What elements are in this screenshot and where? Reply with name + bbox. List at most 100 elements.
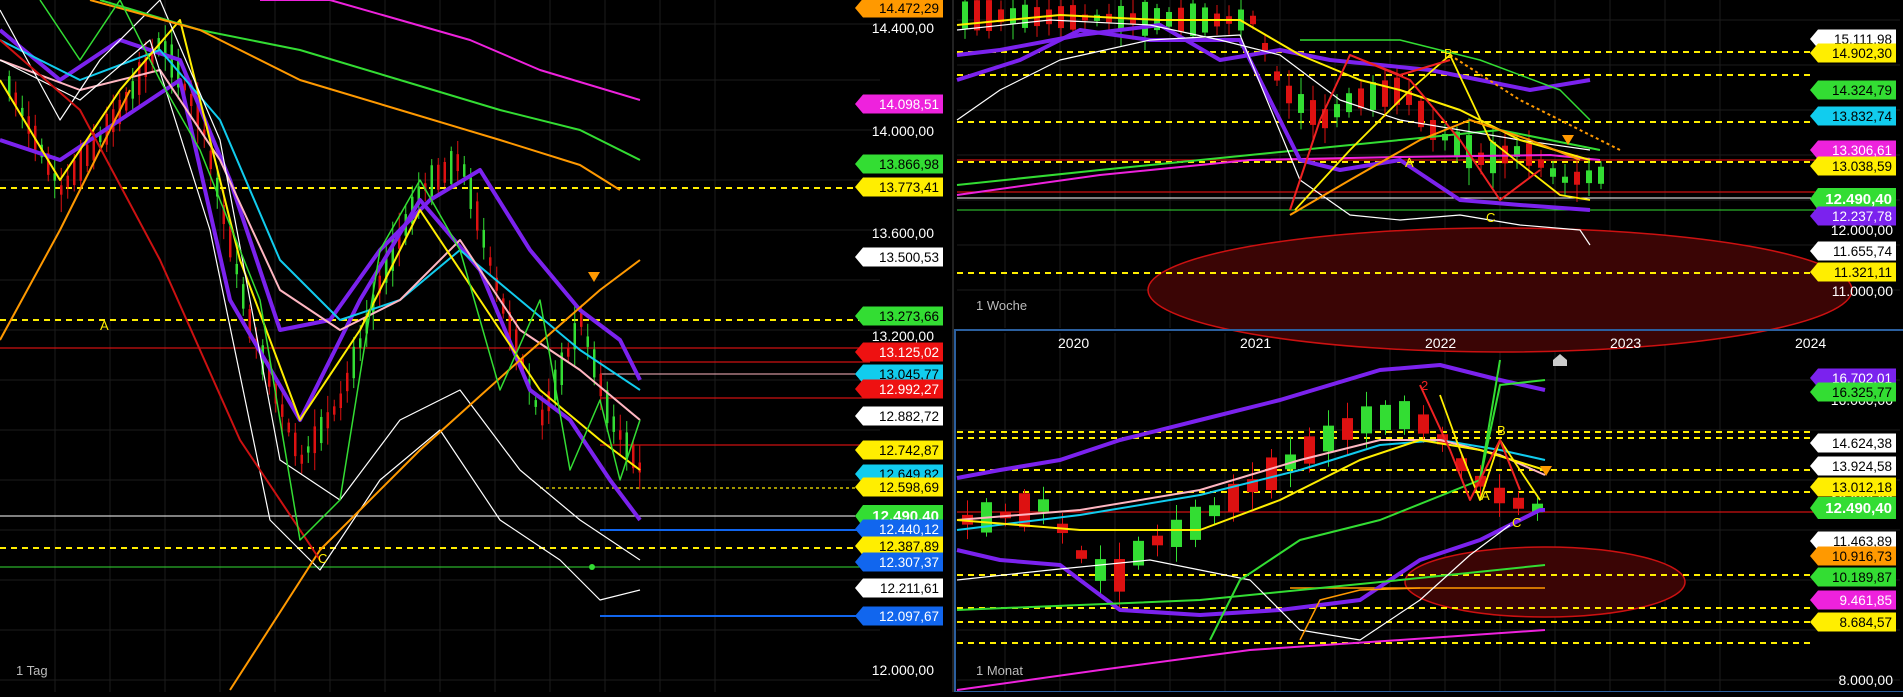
daily-candle-body [73,160,76,186]
daily-candle-body [66,175,69,187]
price-tag-text: 12.490,40 [1825,500,1892,517]
x-axis-label: 2020 [1058,335,1089,351]
price-tag-text: 10.916,73 [1832,549,1892,564]
price-tag-text: 12.387,89 [879,539,939,554]
daily-candle-body [287,422,290,433]
wave-label: A [100,318,109,333]
weekly-candle-body [1274,71,1280,81]
daily-candle-body [534,400,537,407]
monthly-candle-body [1361,406,1372,434]
x-axis-label: 2022 [1425,335,1456,351]
daily-candle-body [593,349,596,378]
daily-candle-body [456,154,459,172]
price-tag: 11.321,11 [1810,262,1896,282]
price-tag: 13.773,41 [855,177,943,197]
daily-candle-body [79,147,82,181]
price-tag: 12.598,69 [855,477,943,497]
x-axis-label: 2021 [1240,335,1271,351]
daily-candle-body [242,284,245,309]
price-tag-text: 13.866,98 [879,157,939,172]
weekly-candle-body [1574,171,1580,185]
monthly-candle-body [1513,497,1524,509]
monthly-candle-body [1038,499,1049,512]
weekly-candle-body [974,0,980,31]
y-axis-label: 13.600,00 [872,225,934,241]
wave-label: A [1405,155,1414,170]
price-tag: 12.097,67 [855,606,943,626]
price-tag-text: 14.624,38 [1832,436,1892,451]
weekly-candle-body [1370,82,1376,110]
price-tag-text: 14.472,29 [879,1,939,16]
price-tag-current: 12.490,40 [1810,497,1896,519]
monthly-candle-body [1209,505,1220,517]
price-tag-text: 14.324,79 [1832,83,1892,98]
price-tag: 10.189,87 [1810,567,1896,587]
weekly-candle-body [1286,85,1292,104]
daily-candle-body [443,161,446,183]
wave-label: 2 [1421,378,1428,393]
daily-candle-body [235,263,238,275]
monthly-candle-body [1266,457,1277,491]
daily-candle-body [476,201,479,231]
price-tag-text: 13.125,02 [879,345,939,360]
daily-candle-body [430,165,433,199]
price-tag: 13.273,66 [855,306,943,326]
monthly-candle-body [1494,487,1505,504]
price-tag: 12.307,37 [855,552,943,572]
y-axis-label: 14.000,00 [872,123,934,139]
price-tag-text: 12.237,78 [1832,209,1892,224]
daily-candle-body [131,81,134,99]
weekly-candle-body [1250,15,1256,25]
price-tag-text: 12.307,37 [879,555,939,570]
price-tag-text: 12.211,61 [880,581,939,596]
chart-workspace: A C B A C 2 B A C 14.400,00 14.000,00 13.600,00 13.… [0,0,1903,693]
price-tag-text: 12.598,69 [879,480,939,495]
daily-candle-body [469,177,472,209]
red-target-zone-weekly [1147,227,1853,353]
price-tag: 13.500,53 [855,247,943,267]
price-tag-text: 8.684,57 [1839,615,1892,630]
panel-label-weekly: 1 Woche [976,298,1027,313]
price-tag: 13.038,59 [1810,156,1896,176]
dot-marker [589,564,595,570]
daily-candle-body [586,336,589,347]
daily-candle-body [300,454,303,464]
price-tag: 14.902,30 [1810,43,1896,63]
price-tag-text: 13.273,66 [879,309,939,324]
price-tag-text: 13.500,53 [879,250,939,265]
weekly-candle-body [1478,152,1484,166]
daily-candle-body [619,430,622,440]
monthly-candle-body [1380,404,1391,431]
price-tag: 9.461,85 [1810,590,1896,610]
price-tag: 11.655,74 [1810,241,1896,261]
wave-label: B [1444,46,1453,61]
price-tag-text: 12.992,27 [879,382,939,397]
price-tag: 13.866,98 [855,154,943,174]
daily-candle-body [346,372,349,392]
monthly-candle-body [1171,519,1182,547]
daily-candle-body [359,338,362,348]
price-tag: 14.624,38 [1810,433,1896,453]
price-tag-text: 9.461,85 [1839,593,1892,608]
wave-label: B [1497,423,1506,438]
monthly-candle-body [1399,401,1410,430]
monthly-candle-body [1095,559,1106,581]
price-tag-text: 14.098,51 [879,97,939,112]
weekly-candle-body [1382,80,1388,107]
daily-candle-body [313,426,316,454]
price-tag-text: 12.882,72 [879,409,939,424]
monthly-candle-body [1323,425,1334,452]
weekly-candle-body [1598,166,1604,184]
daily-candle-body [294,432,297,457]
wave-label: C [1512,515,1521,530]
price-tag: 12.992,27 [855,379,943,399]
chart-canvas: A C B A C 2 B A C 14.400,00 14.000,00 13.600,00 13.… [0,0,1903,693]
weekly-candle-body [1586,170,1592,184]
weekly-candle-body [1358,88,1364,109]
daily-candle-body [482,229,485,248]
price-tag: 8.684,57 [1810,612,1896,632]
daily-candle-body [190,93,193,107]
weekly-candle-body [1058,6,1064,29]
y-axis-label: 8.000,00 [1839,672,1894,688]
y-axis-label: 12.000,00 [872,662,934,678]
